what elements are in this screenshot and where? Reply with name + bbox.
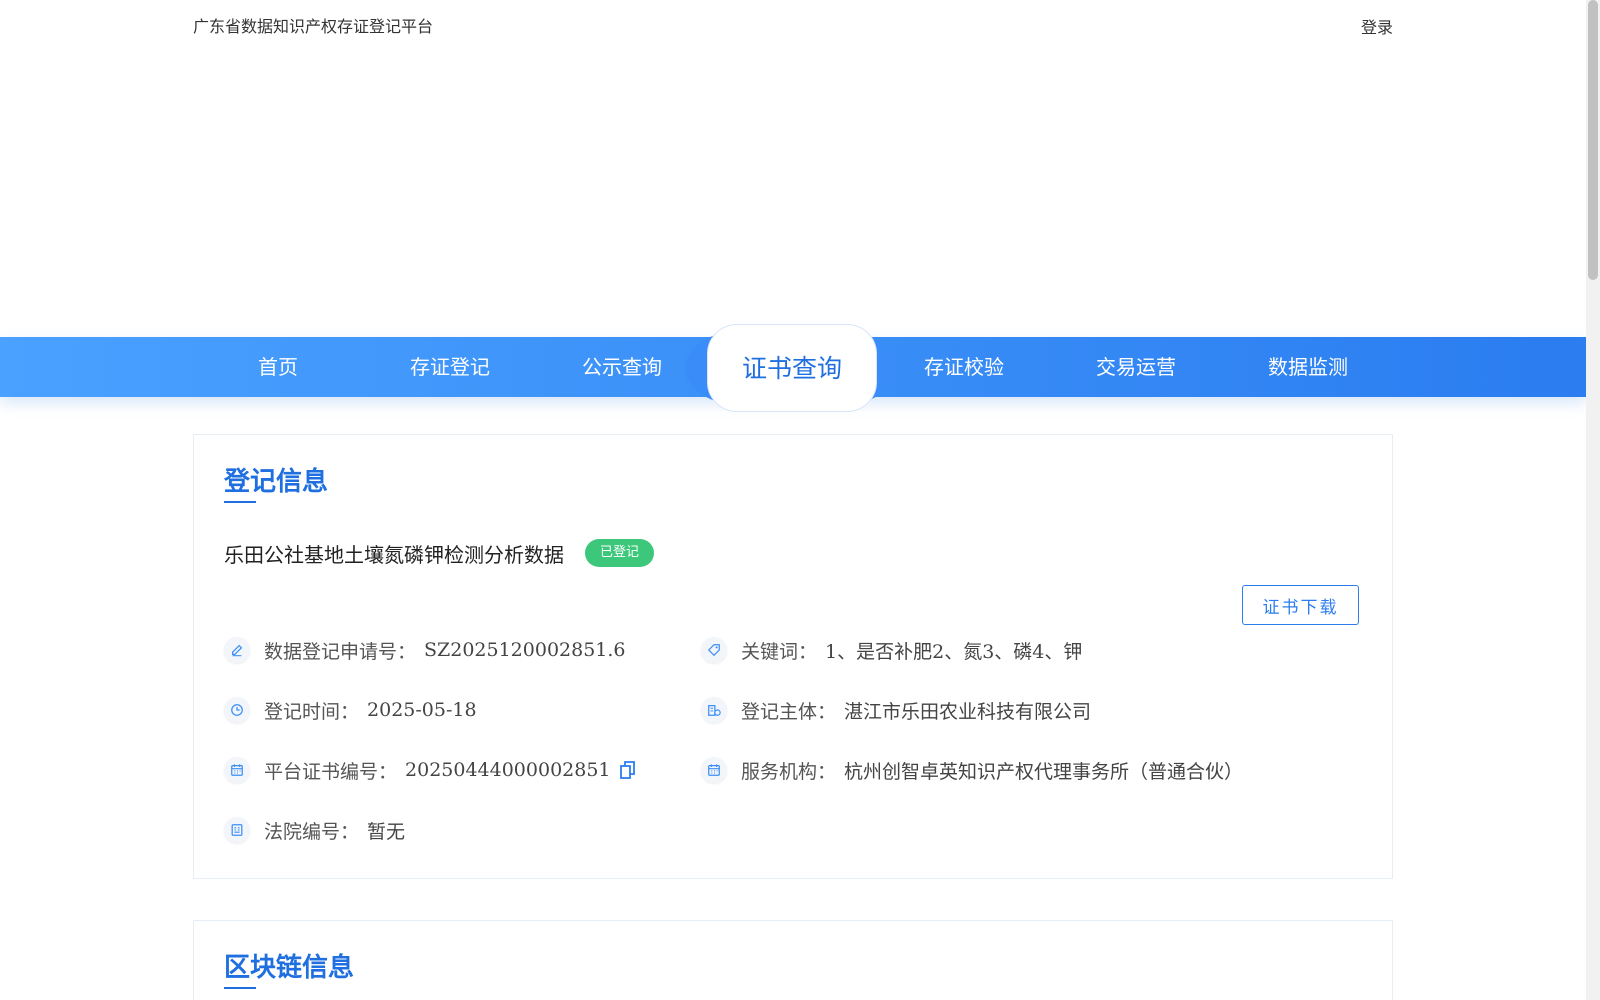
nav-verify[interactable]: 存证校验 — [889, 337, 1039, 397]
blockchain-card: 区块链信息 — [193, 920, 1393, 1000]
calendar-icon — [701, 757, 727, 783]
top-bar: 广东省数据知识产权存证登记平台 登录 — [0, 0, 1586, 50]
tag-icon — [701, 637, 727, 663]
registration-card: 登记信息 乐田公社基地土壤氮磷钾检测分析数据 已登记 证书下载 数据登记申请号：… — [193, 434, 1393, 879]
field-subject: 登记主体： 湛江市乐田农业科技有限公司 — [701, 695, 1091, 725]
scrollbar-thumb[interactable] — [1588, 0, 1598, 280]
field-value: 杭州创智卓英知识产权代理事务所（普通合伙） — [844, 760, 1244, 783]
field-agency: 服务机构： 杭州创智卓英知识产权代理事务所（普通合伙） — [701, 755, 1243, 785]
field-application-no: 数据登记申请号： SZ2025120002851.6 — [224, 635, 626, 665]
nav-monitoring[interactable]: 数据监测 — [1233, 337, 1383, 397]
nav-register[interactable]: 存证登记 — [375, 337, 525, 397]
clock-icon — [224, 697, 250, 723]
field-value: 2025-05-18 — [367, 699, 477, 721]
building-icon — [701, 697, 727, 723]
document-icon — [224, 817, 250, 843]
field-cert-no: 平台证书编号： 20250444000002851 — [224, 755, 637, 785]
field-label: 数据登记申请号： — [264, 640, 417, 663]
field-value: 1、是否补肥2、氮3、磷4、钾 — [825, 640, 1083, 663]
copy-icon[interactable] — [619, 760, 637, 780]
field-court-no: 法院编号： 暂无 — [224, 815, 405, 845]
field-value: 20250444000002851 — [405, 759, 611, 781]
certificate-download-button[interactable]: 证书下载 — [1242, 585, 1359, 625]
calendar-icon — [224, 757, 250, 783]
nav-active-wrapper: 证书查询 — [685, 322, 897, 414]
field-label: 平台证书编号： — [264, 760, 398, 783]
heading-underline — [224, 987, 256, 989]
nav-certificate-query[interactable]: 证书查询 — [707, 324, 877, 412]
site-title: 广东省数据知识产权存证登记平台 — [193, 17, 434, 36]
blockchain-heading: 区块链信息 — [224, 953, 355, 983]
status-badge: 已登记 — [585, 539, 655, 567]
field-reg-time: 登记时间： 2025-05-18 — [224, 695, 477, 725]
page-scrollbar[interactable] — [1586, 0, 1600, 1000]
field-label: 服务机构： — [741, 760, 837, 783]
field-value: 暂无 — [367, 820, 406, 843]
nav-public-query[interactable]: 公示查询 — [547, 337, 697, 397]
login-link[interactable]: 登录 — [1361, 14, 1393, 38]
data-title: 乐田公社基地土壤氮磷钾检测分析数据 — [220, 536, 564, 568]
field-label: 登记时间： — [264, 700, 360, 723]
field-label: 关键词： — [741, 640, 818, 663]
heading-underline — [224, 501, 256, 503]
field-value: 湛江市乐田农业科技有限公司 — [844, 700, 1092, 723]
registration-heading: 登记信息 — [224, 467, 329, 497]
field-value: SZ2025120002851.6 — [424, 639, 626, 661]
field-label: 登记主体： — [741, 700, 837, 723]
field-label: 法院编号： — [264, 820, 360, 843]
field-keywords: 关键词： 1、是否补肥2、氮3、磷4、钾 — [701, 635, 1082, 665]
edit-icon — [224, 637, 250, 663]
nav-home[interactable]: 首页 — [203, 337, 353, 397]
nav-trading[interactable]: 交易运营 — [1061, 337, 1211, 397]
